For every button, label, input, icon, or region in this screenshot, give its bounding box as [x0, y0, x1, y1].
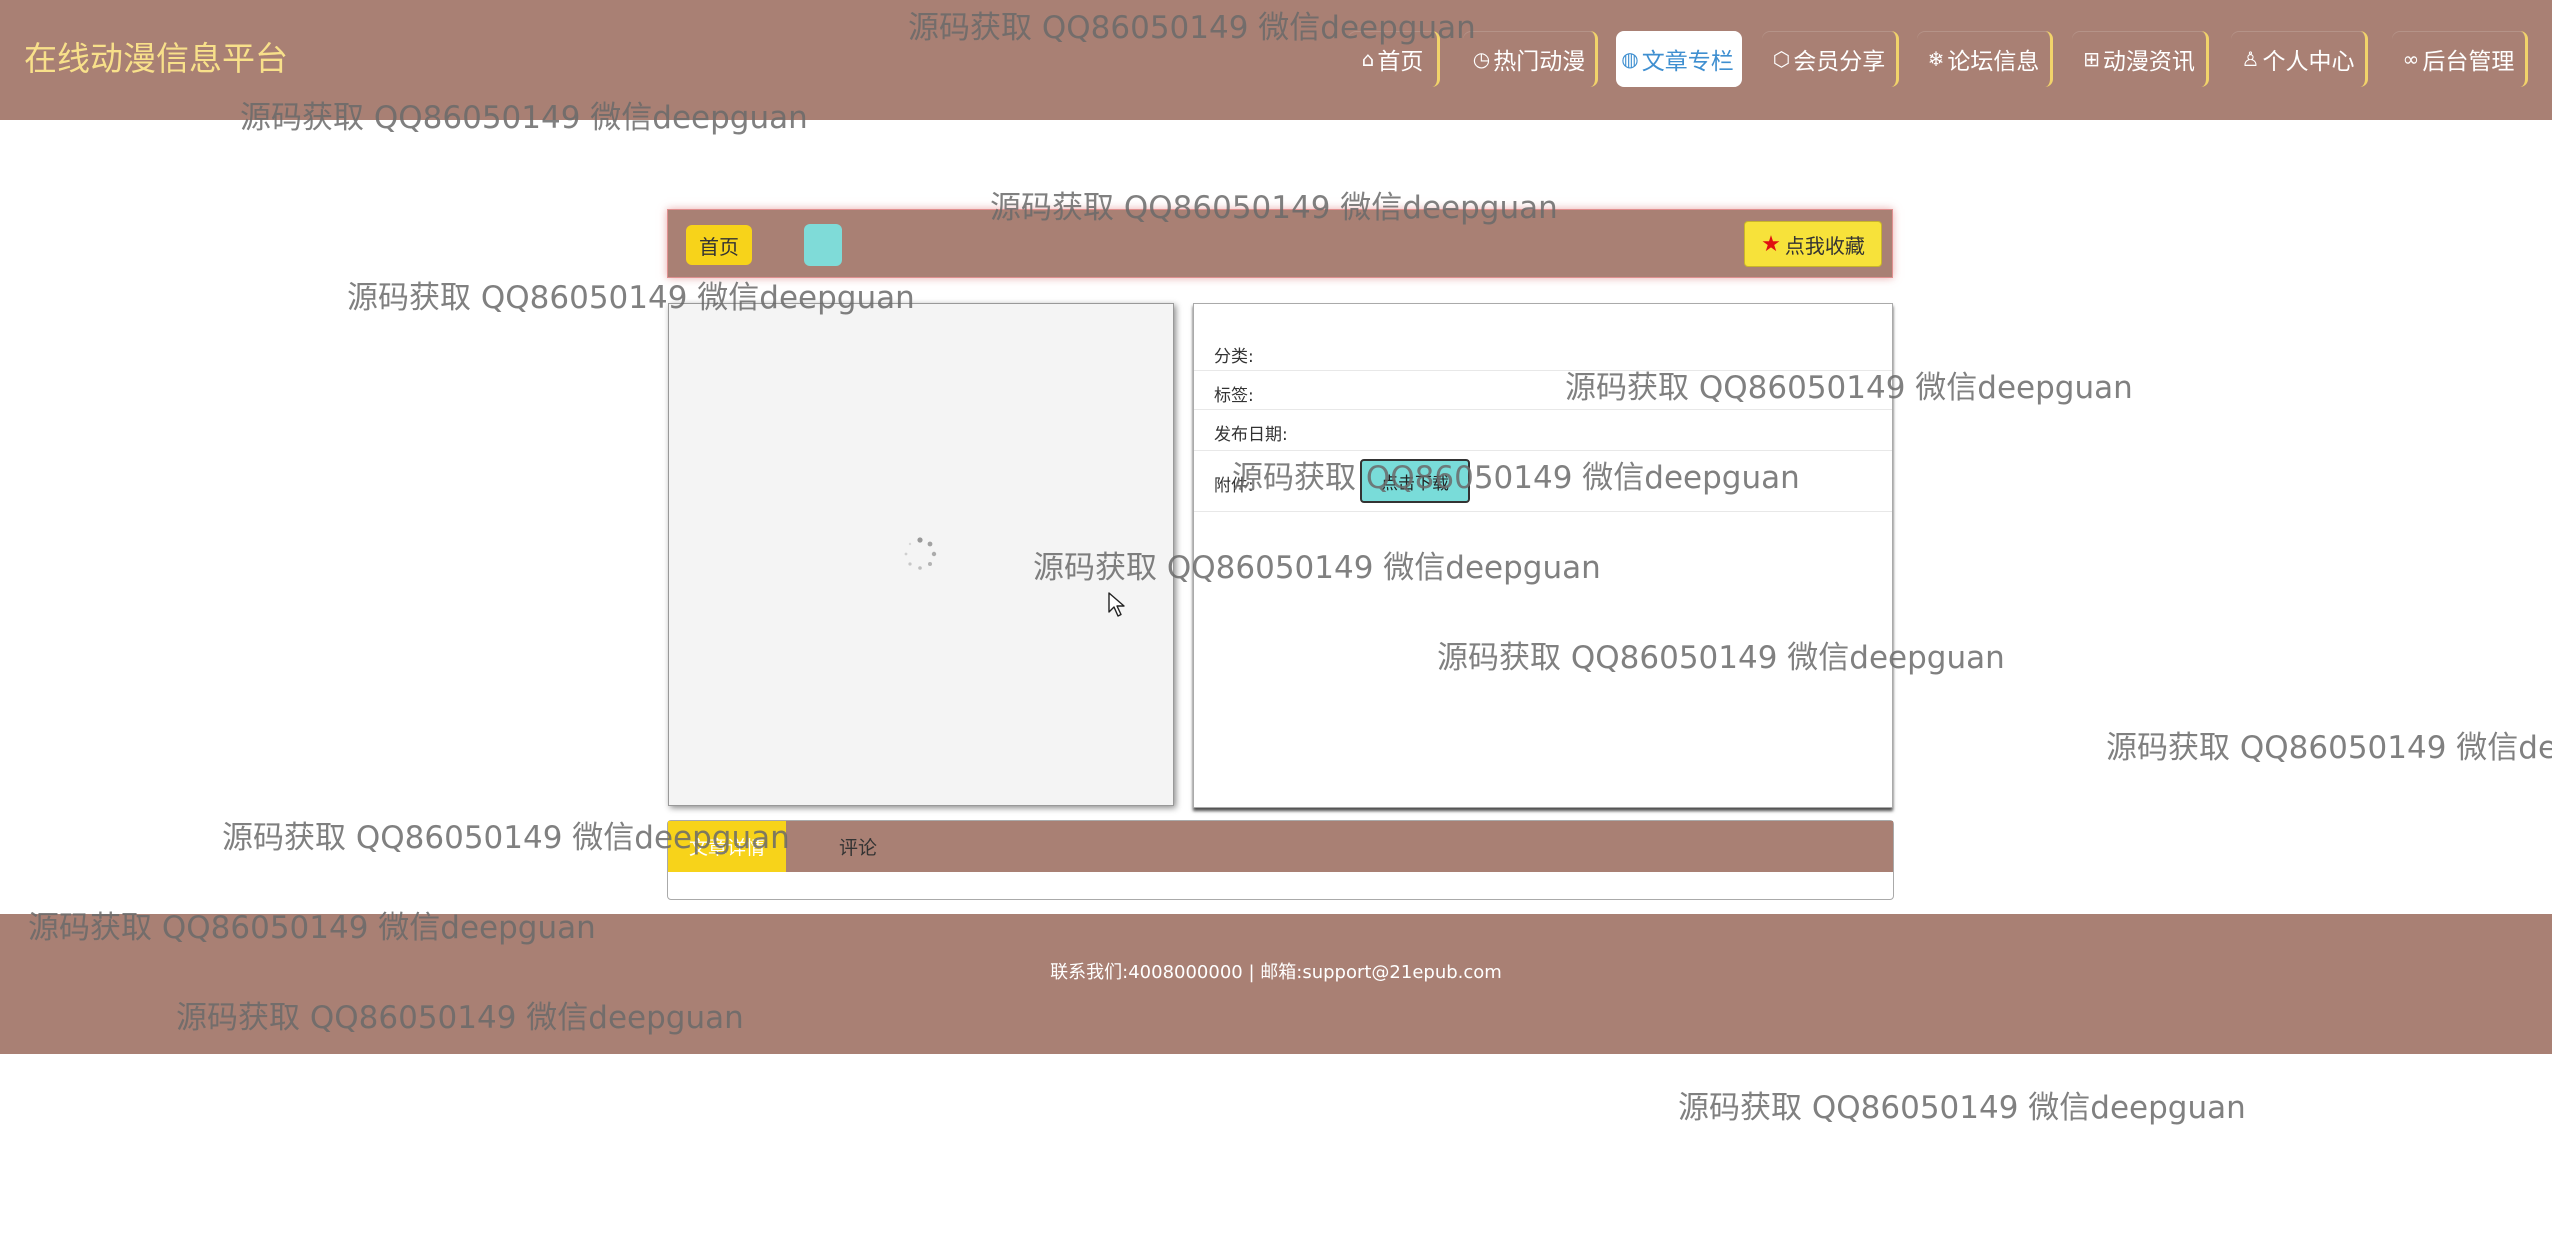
watermark-text: 源码获取 QQ86050149 微信deepguan [990, 190, 1558, 226]
nav-admin-label: 后台管理 [2422, 49, 2515, 75]
favorite-button-label: 点我收藏 [1784, 233, 1865, 258]
nav-forum[interactable]: ❄ 论坛信息 [1917, 31, 2053, 87]
watermark-text: 源码获取 QQ86050149 微信deepguan [2106, 730, 2552, 766]
watermark-text: 源码获取 QQ86050149 微信deepguan [1565, 370, 2133, 406]
user-icon: ♙ [2241, 47, 2260, 71]
nav-hot-anime[interactable]: ◷ 热门动漫 [1463, 31, 1598, 87]
nav-anime-news[interactable]: ⊞ 动漫资讯 [2072, 31, 2209, 87]
loading-spinner-icon [904, 537, 937, 570]
tab-comments[interactable]: 评论 [818, 821, 898, 872]
nav-member-share[interactable]: ⬡ 会员分享 [1762, 31, 1899, 87]
watermark-text: 源码获取 QQ86050149 微信deepguan [222, 820, 790, 856]
watermark-text: 源码获取 QQ86050149 微信deepguan [28, 910, 596, 946]
article-tabs: 文章详情 评论 [667, 820, 1894, 900]
tab-bar: 文章详情 评论 [668, 821, 1893, 872]
watermark-text: 源码获取 QQ86050149 微信deepguan [1232, 460, 1800, 496]
watermark-text: 源码获取 QQ86050149 微信deepguan [1033, 550, 1601, 586]
footer-contact: 联系我们:4008000000 | 邮箱:support@21epub.com [1050, 962, 1502, 983]
date-label: 发布日期: [1214, 425, 1288, 445]
watermark-text: 源码获取 QQ86050149 微信deepguan [176, 1000, 744, 1036]
nav-articles-label: 文章专栏 [1641, 49, 1734, 75]
clock-icon: ◷ [1472, 47, 1491, 71]
tag-label: 标签: [1214, 386, 1254, 406]
nav-member-share-label: 会员分享 [1793, 49, 1886, 75]
mouse-cursor-icon [1108, 592, 1125, 617]
book-icon: ⊞ [2083, 47, 2100, 71]
breadcrumb-home[interactable]: 首页 [686, 225, 752, 265]
nav-forum-label: 论坛信息 [1947, 49, 2040, 75]
nav-hot-anime-label: 热门动漫 [1493, 49, 1586, 75]
watermark-text: 源码获取 QQ86050149 微信deepguan [347, 280, 915, 316]
nav-profile[interactable]: ♙ 个人中心 [2231, 31, 2368, 87]
site-logo[interactable]: 在线动漫信息平台 [24, 36, 288, 82]
watermark-text: 源码获取 QQ86050149 微信deepguan [1678, 1090, 2246, 1126]
home-icon: ⌂ [1361, 47, 1375, 71]
globe-icon: ◍ [1621, 47, 1639, 71]
watermark-text: 源码获取 QQ86050149 微信deepguan [240, 100, 808, 136]
nav-home-label: 首页 [1377, 49, 1424, 75]
link-icon: ∞ [2402, 47, 2420, 71]
nav-anime-news-label: 动漫资讯 [2102, 49, 2195, 75]
watermark-text: 源码获取 QQ86050149 微信deepguan [908, 10, 1476, 46]
favorite-button[interactable]: ★ 点我收藏 [1744, 221, 1882, 267]
category-label: 分类: [1214, 347, 1254, 367]
cube-icon: ⬡ [1772, 47, 1791, 71]
snowflake-icon: ❄ [1927, 47, 1945, 71]
star-icon: ★ [1761, 231, 1781, 257]
watermark-text: 源码获取 QQ86050149 微信deepguan [1437, 640, 2005, 676]
nav-articles[interactable]: ◍ 文章专栏 [1616, 31, 1742, 87]
nav-admin[interactable]: ∞ 后台管理 [2392, 31, 2528, 87]
breadcrumb-current[interactable] [804, 224, 842, 266]
info-row-date: 发布日期: [1194, 410, 1892, 451]
nav-profile-label: 个人中心 [2262, 49, 2355, 75]
